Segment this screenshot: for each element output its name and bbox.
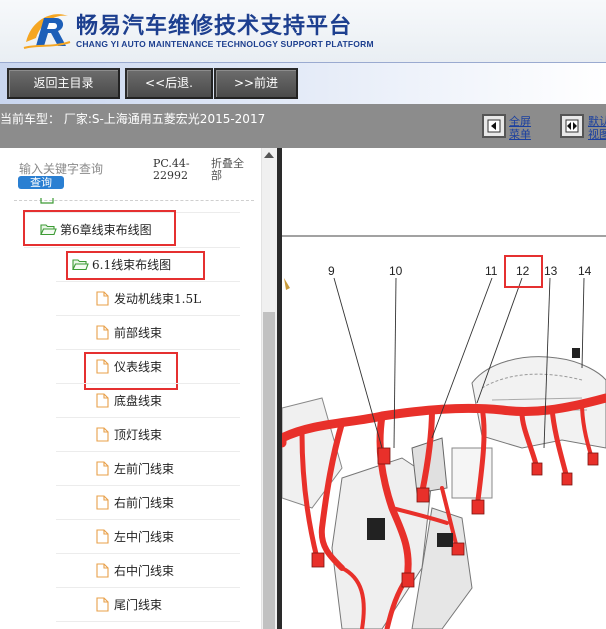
row-divider [56,587,240,588]
document-icon [96,426,109,442]
home-button[interactable]: 返回主目录 [7,68,120,99]
row-divider [56,621,240,622]
forward-button[interactable]: >>前进 [214,68,298,99]
tree-item-right-front-door-harness[interactable]: 右前门线束 [96,491,174,513]
callout-9: 9 [328,264,335,278]
row-divider [56,485,240,486]
back-button[interactable]: <<后退. [125,68,213,99]
brand-subtitle: CHANG YI AUTO MAINTENANCE TECHNOLOGY SUP… [76,39,374,49]
fullscreen-label-line2: 菜单 [509,128,531,141]
scroll-thumb[interactable] [263,312,275,629]
document-icon [96,494,109,510]
document-icon [96,562,109,578]
document-icon [96,460,109,476]
default-view-label-line1: 默认 [588,115,606,128]
harness-illustration [282,235,606,629]
brand-title: 畅易汽车维修技术支持平台 [76,14,353,39]
tree-item-tailgate-harness[interactable]: 尾门线束 [96,593,162,615]
status-bar: 当前车型： 厂家:S-上海通用五菱宏光2015-2017 全屏 菜单 默认 视图 [0,104,606,148]
tree-item-left-front-door-harness[interactable]: 左前门线束 [96,457,174,479]
document-icon [96,324,109,340]
wiring-diagram: 9 10 11 12 13 14 [282,148,606,629]
callout-14: 14 [578,264,592,278]
row-divider [56,281,240,282]
pc-code: PC.44- 22992 [153,158,190,182]
tree-item-right-middle-door-harness[interactable]: 右中门线束 [96,559,174,581]
tree-item-label: 前部线束 [114,325,163,340]
tree-item-label: 左前门线束 [114,461,175,476]
search-input[interactable]: 输入关键字查询 [19,160,103,177]
tree-item-dome-light-harness[interactable]: 顶灯线束 [96,423,162,445]
highlight-instrument-harness [84,352,178,390]
fullscreen-icon [487,119,501,133]
tree-item-label: 右前门线束 [114,495,175,510]
row-divider [56,383,240,384]
tree-item-front-harness[interactable]: 前部线束 [96,321,162,343]
pc-code-line2: 22992 [153,169,188,182]
scroll-up-arrow-icon[interactable] [264,152,274,158]
collapse-all-link[interactable]: 折叠全 部 [211,158,244,182]
row-divider [56,349,240,350]
fullscreen-button[interactable] [482,114,506,138]
fullscreen-label[interactable]: 全屏 菜单 [509,115,531,141]
document-icon [96,290,109,306]
tree-item-chassis-harness[interactable]: 底盘线束 [96,389,162,411]
document-icon [96,392,109,408]
row-divider [56,417,240,418]
brand-logo-icon [23,14,71,49]
document-icon [96,596,109,612]
tree-item-engine-harness[interactable]: 发动机线束1.5L [96,287,201,309]
row-divider [56,519,240,520]
default-view-label[interactable]: 默认 视图 [588,115,606,141]
row-divider [56,451,240,452]
fullscreen-label-line1: 全屏 [509,115,531,128]
tree-item-left-middle-door-harness[interactable]: 左中门线束 [96,525,174,547]
tree-item-label: 底盘线束 [114,393,163,408]
callout-13: 13 [544,264,558,278]
collapse-all-line2: 部 [211,169,222,182]
tree-item-label: 左中门线束 [114,529,175,544]
highlight-callout-12 [504,255,543,288]
highlight-section [66,251,205,280]
document-icon [96,528,109,544]
left-panel: 输入关键字查询 查询 PC.44- 22992 折叠全 部 第6章线束布线图 6… [0,148,277,629]
folder-icon [40,198,54,204]
row-divider [56,315,240,316]
app-header: 畅易汽车维修技术支持平台 CHANG YI AUTO MAINTENANCE T… [0,0,606,62]
default-view-button[interactable] [560,114,584,138]
row-divider [24,247,240,248]
tree-item-label: 顶灯线束 [114,427,163,442]
row-divider [56,553,240,554]
tree-item-label: 右中门线束 [114,563,175,578]
nav-bar: 返回主目录 <<后退. >>前进 [0,62,606,104]
tree-item-label: 发动机线束1.5L [114,291,202,306]
search-button[interactable]: 查询 [18,176,64,189]
callout-11: 11 [485,264,498,278]
tree-item-label: 尾门线束 [114,597,163,612]
default-view-label-line2: 视图 [588,128,606,141]
highlight-chapter [23,210,176,246]
callout-10: 10 [389,264,403,278]
default-view-icon [565,119,579,133]
current-vehicle: 当前车型： 厂家:S-上海通用五菱宏光2015-2017 [0,112,266,126]
